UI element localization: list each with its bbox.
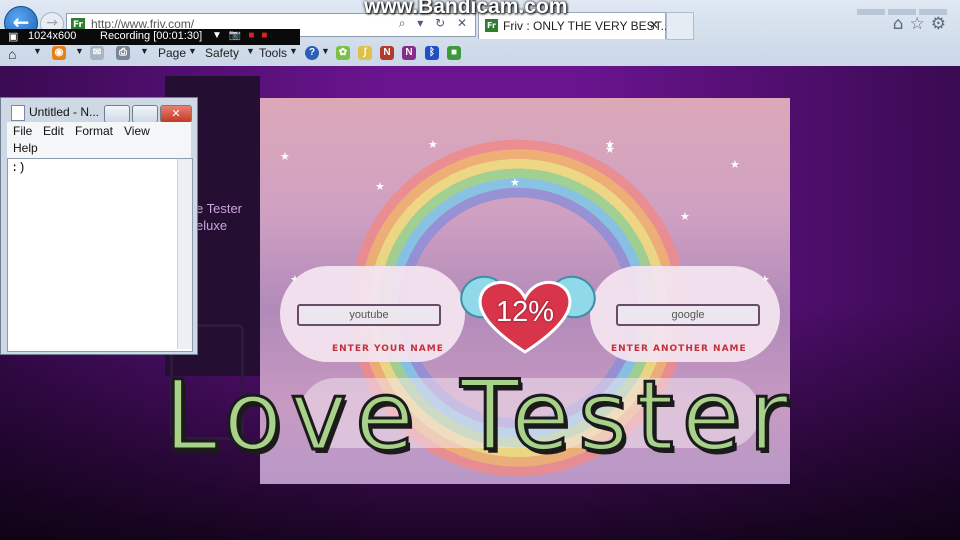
messenger-icon[interactable]: ✿ bbox=[336, 46, 350, 60]
onenote-linked-icon[interactable]: N bbox=[402, 46, 416, 60]
love-percentage: 12% bbox=[495, 296, 555, 328]
bandicam-recording-bar: ▣ 1024x600 Recording [00:01:30] ▼📷■■ bbox=[0, 29, 300, 45]
star-icon: ★ bbox=[375, 180, 385, 193]
chevron-down-icon[interactable]: ▼ bbox=[188, 46, 197, 56]
mail-icon[interactable]: ✉ bbox=[90, 46, 104, 60]
minimize-window-button[interactable] bbox=[857, 9, 885, 15]
print-icon[interactable]: ⎙ bbox=[116, 46, 130, 60]
new-tab-button[interactable] bbox=[666, 12, 694, 40]
love-tester-overlay-title: Love Tester bbox=[162, 359, 797, 474]
star-icon: ★ bbox=[730, 158, 740, 171]
star-icon: ★ bbox=[280, 150, 290, 163]
sidebar-title-line1: e Tester bbox=[196, 201, 243, 216]
chevron-down-icon[interactable]: ▼ bbox=[321, 46, 330, 56]
notepad-content[interactable]: :) bbox=[11, 161, 25, 175]
addon-green-icon[interactable]: ■ bbox=[447, 46, 461, 60]
menu-format[interactable]: Format bbox=[75, 124, 113, 138]
command-bar: ⌂ ▼ ◉ ▼ ✉ ⎙ ▼ Page ▼ Safety ▼ Tools ▼ ? … bbox=[0, 42, 960, 64]
safety-menu[interactable]: Safety bbox=[205, 46, 239, 60]
tab-title: Friv : ONLY THE VERY BEST... bbox=[503, 19, 671, 33]
page-menu[interactable]: Page bbox=[158, 46, 186, 60]
help-icon[interactable]: ? bbox=[305, 46, 319, 60]
recording-controls[interactable]: ▼📷■■ bbox=[212, 30, 274, 41]
star-icon: ★ bbox=[605, 138, 615, 151]
star-icon: ★ bbox=[510, 176, 520, 189]
record-stop-icon[interactable]: ■ bbox=[248, 30, 261, 41]
home-icon[interactable]: ⌂ bbox=[8, 46, 16, 62]
notepad-icon bbox=[11, 105, 25, 121]
star-icon: ★ bbox=[680, 210, 690, 223]
sidebar-game-title: e Tester eluxe bbox=[196, 200, 242, 234]
chevron-down-icon[interactable]: ▼ bbox=[75, 46, 84, 56]
browser-right-icons: ⌂☆⚙ bbox=[893, 14, 952, 34]
notepad-text-area[interactable]: :) bbox=[7, 158, 193, 352]
notepad-menu-bar: File Edit Format View Help bbox=[7, 122, 191, 158]
notepad-title-bar[interactable]: Untitled - N... ✕ bbox=[5, 101, 192, 123]
notepad-maximize-button[interactable] bbox=[132, 105, 158, 123]
recording-resolution: 1024x600 bbox=[28, 30, 77, 42]
notepad-title: Untitled - N... bbox=[29, 105, 100, 119]
camera-icon[interactable]: 📷 bbox=[229, 30, 248, 41]
menu-edit[interactable]: Edit bbox=[43, 124, 64, 138]
star-icon: ★ bbox=[428, 138, 438, 151]
rss-feed-icon[interactable]: ◉ bbox=[52, 46, 66, 60]
notepad-scrollbar[interactable] bbox=[177, 159, 192, 349]
menu-view[interactable]: View bbox=[124, 124, 150, 138]
settings-gear-icon[interactable]: ⚙ bbox=[931, 14, 952, 34]
bluetooth-icon[interactable]: ᛒ bbox=[425, 46, 439, 60]
name-input-1[interactable]: youtube bbox=[297, 304, 441, 326]
screen-icon: ▣ bbox=[8, 31, 19, 43]
chevron-down-icon[interactable]: ▼ bbox=[246, 46, 255, 56]
notepad-window[interactable]: Untitled - N... ✕ File Edit Format View … bbox=[0, 97, 198, 355]
enter-another-name-label: ENTER ANOTHER NAME bbox=[611, 344, 747, 354]
tools-menu[interactable]: Tools bbox=[259, 46, 287, 60]
chevron-down-icon[interactable]: ▼ bbox=[140, 46, 149, 56]
onenote-icon[interactable]: N bbox=[380, 46, 394, 60]
bandicam-watermark: www.Bandicam.com bbox=[364, 0, 568, 18]
name-input-2[interactable]: google bbox=[616, 304, 760, 326]
sidebar-title-line2: eluxe bbox=[196, 218, 228, 233]
chevron-down-icon[interactable]: ▼ bbox=[289, 46, 298, 56]
favorites-star-icon[interactable]: ☆ bbox=[910, 14, 931, 34]
menu-file[interactable]: File bbox=[13, 124, 32, 138]
enter-your-name-label: ENTER YOUR NAME bbox=[332, 344, 444, 354]
notepad-close-button[interactable]: ✕ bbox=[160, 105, 192, 123]
tab-close-icon[interactable]: ✕ bbox=[649, 18, 659, 32]
pause-icon[interactable]: ■ bbox=[261, 30, 274, 41]
chevron-down-icon[interactable]: ▼ bbox=[33, 46, 42, 56]
notepad-minimize-button[interactable] bbox=[104, 105, 130, 123]
tool-addon-icon[interactable]: ʃ bbox=[358, 46, 372, 60]
recording-status: Recording [00:01:30] bbox=[100, 30, 203, 42]
friv-tab-icon: Fr bbox=[485, 19, 498, 32]
window-controls bbox=[854, 0, 954, 15]
home-icon[interactable]: ⌂ bbox=[893, 14, 910, 34]
menu-help[interactable]: Help bbox=[13, 141, 38, 155]
